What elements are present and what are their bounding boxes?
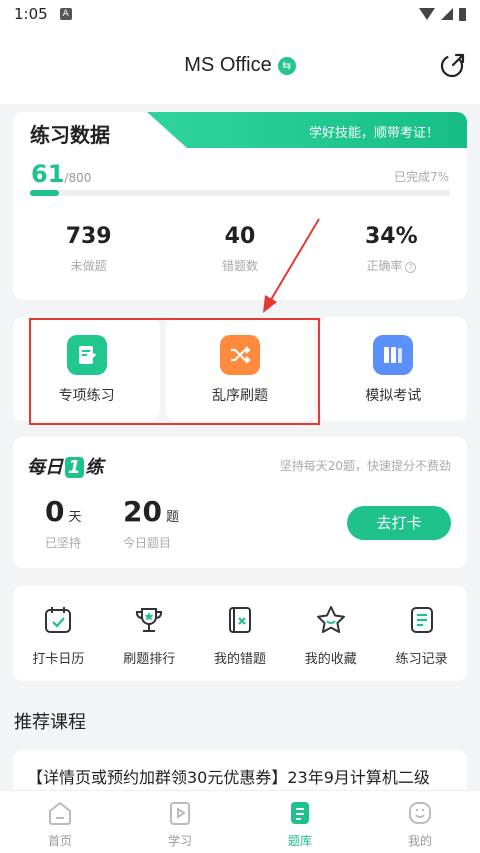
help-icon[interactable]: ? (405, 262, 417, 273)
daily-practice-card: 每日 1 练 坚持每天20题，快速提分不费劲 0天 已坚持 20 题 今日题目 去打卡 (13, 437, 467, 568)
tab-home[interactable]: 首页 (0, 791, 120, 853)
battery-icon (459, 7, 466, 21)
today-questions: 20 题 今日题目 (123, 495, 179, 550)
mode-mock-exam[interactable]: 模拟考试 (319, 317, 467, 421)
tool-checkin-calendar[interactable]: 打卡日历 (13, 586, 104, 681)
progress-bar (30, 190, 450, 196)
stat-undone[interactable]: 739 未做题 (13, 224, 164, 274)
practice-data-card: 学好技能，顺带考证！ 练习数据 61/800 已完成7% 739 未做题 40 … (13, 112, 467, 300)
status-time: 1:05 (14, 5, 48, 23)
daily-logo: 每日 1 练 (27, 457, 104, 478)
streak-days: 0天 已坚持 (45, 495, 82, 550)
subject-switcher[interactable]: MS Office ⇆ (0, 54, 480, 77)
course-title: 【详情页或预约加群领30元优惠券】23年9月计算机二级 (27, 768, 430, 787)
calendar-check-icon (45, 607, 72, 633)
status-bar: 1:05 A (0, 0, 480, 28)
stats-row: 739 未做题 40 错题数 34% 正确率? (13, 224, 467, 274)
tab-question-bank[interactable]: 题库 (240, 791, 360, 853)
wrong-book-icon (228, 607, 251, 633)
tab-learn[interactable]: 学习 (120, 791, 240, 853)
completed-percent: 已完成7% (393, 170, 449, 184)
tool-ranking[interactable]: 刷题排行 (104, 586, 195, 681)
question-bank-icon (291, 802, 309, 824)
stat-accuracy[interactable]: 34% 正确率? (316, 224, 467, 274)
daily-tip: 坚持每天20题，快速提分不费劲 (279, 459, 451, 473)
tool-practice-record[interactable]: 练习记录 (376, 586, 467, 681)
books-icon (373, 335, 414, 375)
check-in-button[interactable]: 去打卡 (347, 506, 451, 540)
annotation-arrow (263, 218, 320, 313)
trophy-icon (136, 608, 163, 632)
record-icon (410, 607, 433, 633)
practice-data-title: 练习数据 (30, 123, 110, 147)
swap-icon: ⇆ (277, 57, 296, 75)
home-icon (49, 801, 71, 825)
profile-icon (409, 802, 431, 824)
recommend-title: 推荐课程 (14, 712, 86, 733)
tools-grid: 打卡日历 刷题排行 我的错题 我的收藏 练习记录 (13, 586, 467, 681)
tab-profile[interactable]: 我的 (360, 791, 480, 853)
signal-icon (441, 8, 453, 20)
share-icon[interactable] (440, 52, 466, 78)
star-icon (316, 606, 345, 633)
play-icon (170, 802, 190, 825)
notification-icon: A (59, 8, 72, 20)
tool-favorites[interactable]: 我的收藏 (285, 586, 376, 681)
progress-count: 61/800 (31, 160, 92, 188)
header: MS Office ⇆ (0, 28, 480, 104)
page-title: MS Office (184, 54, 272, 76)
highlight-box (29, 318, 320, 425)
tool-wrong-questions[interactable]: 我的错题 (195, 586, 286, 681)
bottom-tab-bar: 首页 学习 题库 我的 (0, 790, 480, 853)
slogan-banner: 学好技能，顺带考证！ (147, 112, 467, 148)
wifi-icon (419, 8, 435, 20)
progress-fill (30, 190, 60, 196)
